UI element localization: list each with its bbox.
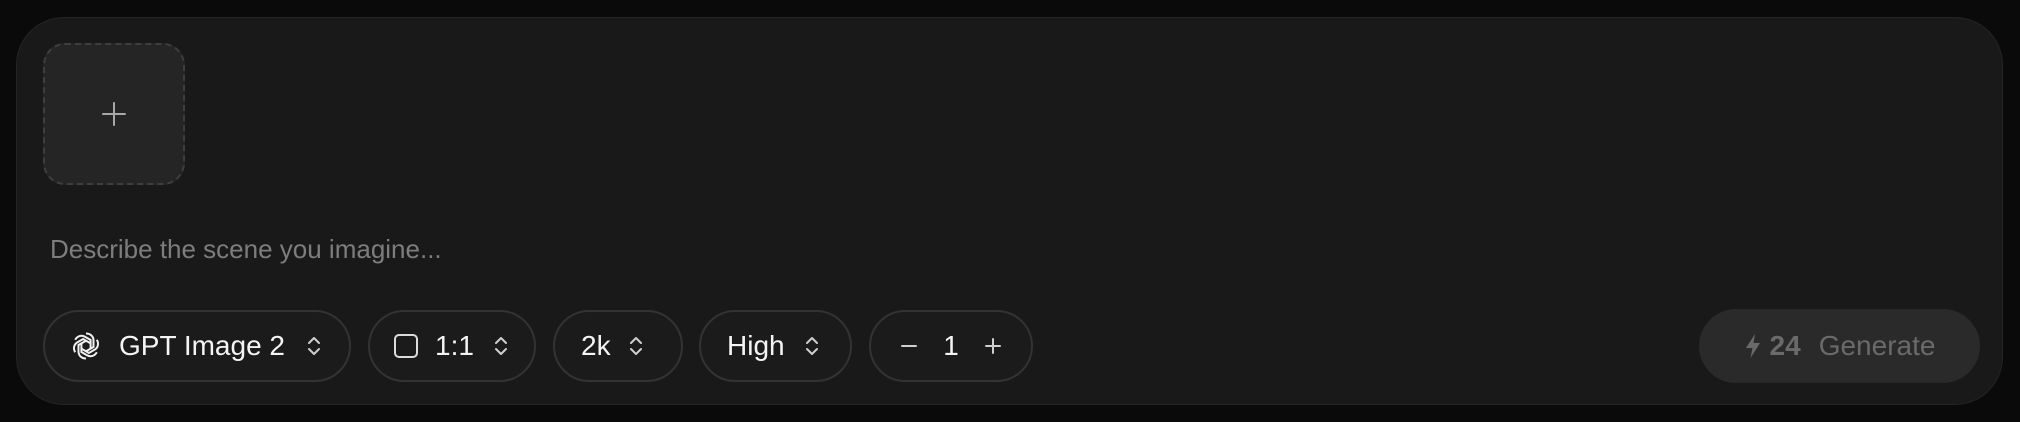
resolution-selector[interactable]: 2k [553,310,683,382]
image-count-value: 1 [943,330,959,361]
minus-icon [901,345,917,347]
square-icon [394,334,418,358]
chevron-up-down-icon [494,337,507,355]
plus-icon [984,338,1001,354]
chevron-up-down-icon [308,337,321,355]
add-reference-image-button[interactable] [43,43,185,185]
openai-logo-icon [70,332,102,360]
lightning-bolt-icon [1745,334,1760,358]
plus-icon [102,102,126,126]
quality-label: High [727,330,785,361]
aspect-ratio-selector[interactable]: 1:1 [368,310,536,382]
prompt-composer-panel: GPT Image 2 1:1 2k High 1 [16,17,2003,405]
chevron-up-down-icon [629,337,642,355]
prompt-input[interactable] [50,224,1950,274]
model-selector[interactable]: GPT Image 2 [43,310,351,382]
generate-button[interactable]: 24 Generate [1699,309,1980,383]
credit-cost: 24 [1769,330,1801,361]
increment-count-button[interactable] [981,334,1005,358]
decrement-count-button[interactable] [897,334,921,358]
generate-label: Generate [1818,330,1936,361]
image-count-stepper: 1 [869,310,1033,382]
model-label: GPT Image 2 [119,330,286,361]
resolution-label: 2k [581,330,611,361]
aspect-ratio-label: 1:1 [435,330,474,361]
chevron-up-down-icon [805,337,818,355]
quality-selector[interactable]: High [699,310,852,382]
